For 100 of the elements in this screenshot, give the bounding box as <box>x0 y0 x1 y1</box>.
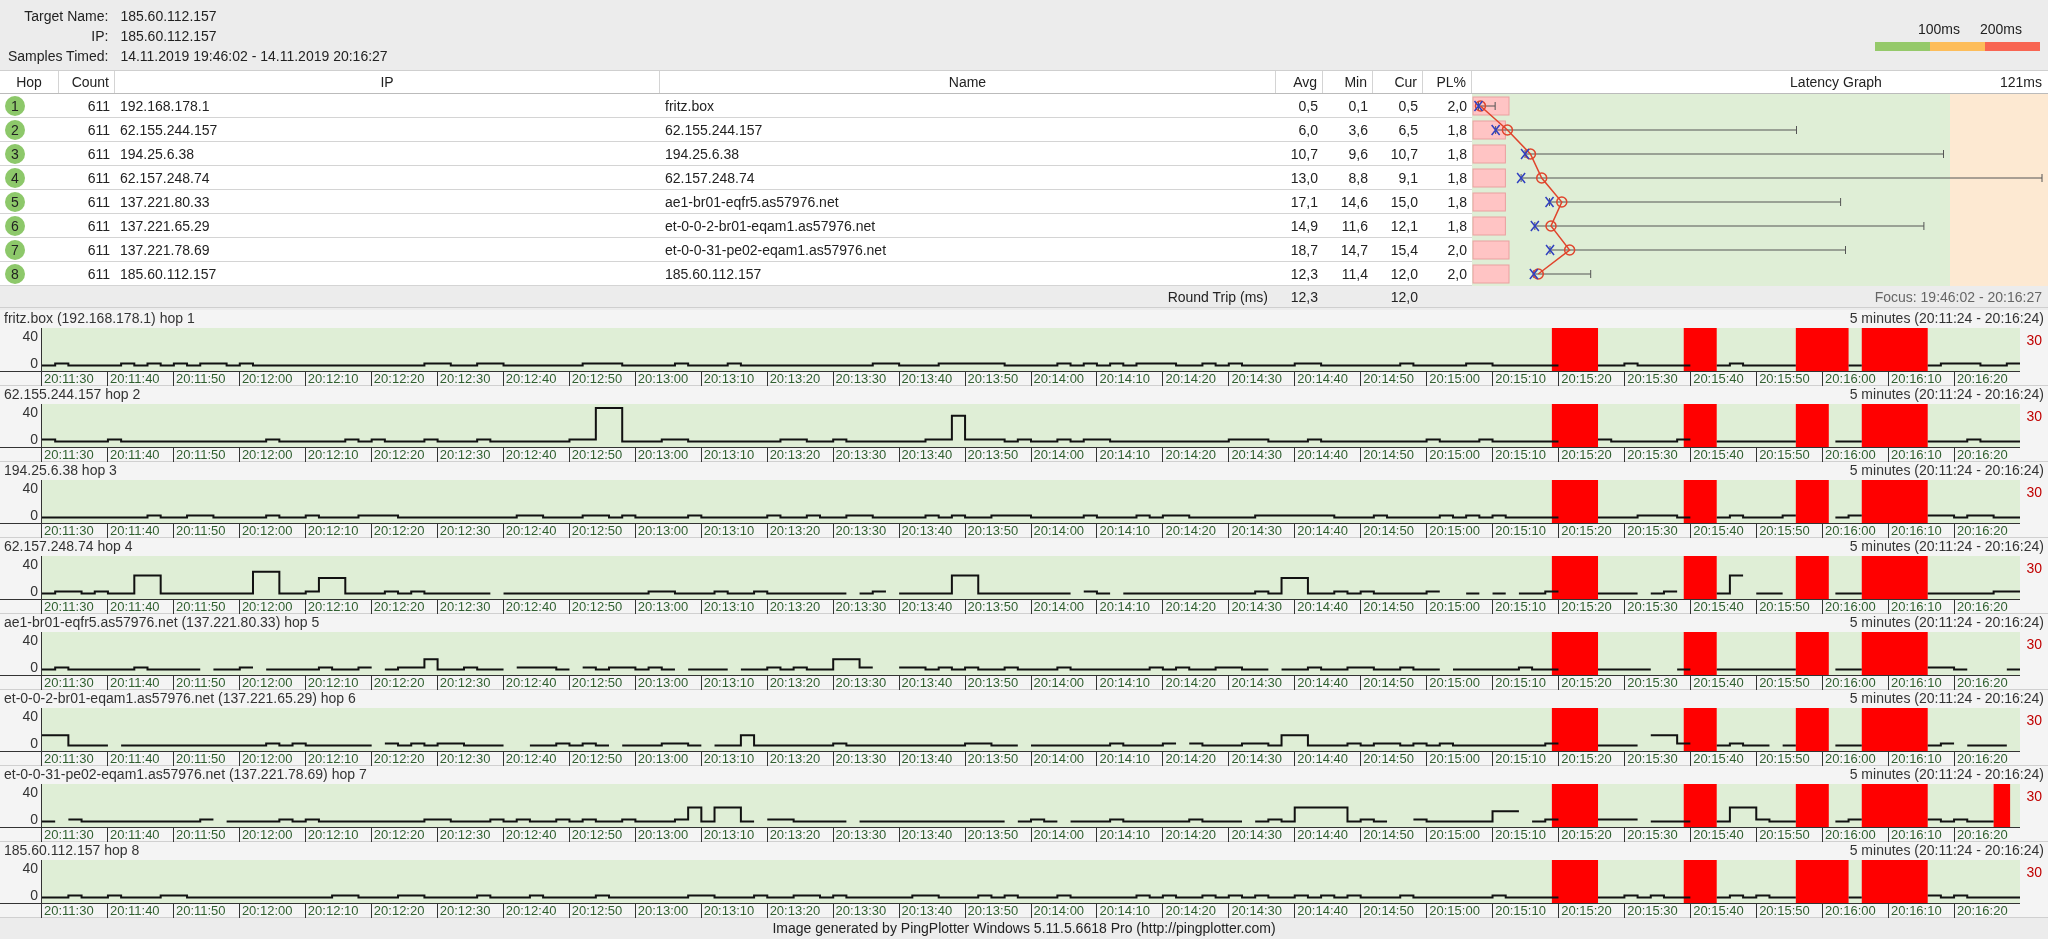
x-axis-label: 20:15:10 <box>1492 904 1559 918</box>
x-axis-label: 20:14:50 <box>1360 904 1427 918</box>
average-marker <box>1545 220 1557 232</box>
column-header[interactable]: Hop <box>0 71 59 93</box>
time-range-label: 5 minutes (20:11:24 - 20:16:24) <box>1849 538 2044 554</box>
time-range-label: 5 minutes (20:11:24 - 20:16:24) <box>1849 462 2044 478</box>
y-axis-label: 0 <box>30 355 38 371</box>
scale-value: 30 <box>2026 560 2042 576</box>
hop-badge: 6 <box>5 215 25 236</box>
column-title: Latency Graph <box>1789 73 1883 92</box>
table-cell: et-0-0-31-pe02-eqam1.as57976.net <box>660 238 1276 262</box>
minimum-marker <box>1529 268 1539 280</box>
x-axis-label: 20:12:20 <box>370 904 437 918</box>
table-cell: 9,6 <box>1323 142 1373 166</box>
packet-loss-bar <box>1472 240 1510 260</box>
hop-badge: 4 <box>5 167 25 188</box>
average-marker <box>1535 172 1548 184</box>
table-cell: 10,7 <box>1276 142 1323 166</box>
focus-range-label: Focus: 19:46:02 - 20:16:27 <box>1874 289 2042 305</box>
x-axis-label: 20:13:00 <box>634 904 701 918</box>
average-marker <box>1524 148 1537 160</box>
field-value: 185.60.112.157 <box>120 27 218 46</box>
range-whisker <box>1533 269 1592 279</box>
scale-value: 30 <box>2026 636 2042 652</box>
y-axis-label: 40 <box>22 480 38 496</box>
x-axis-label: 20:13:30 <box>832 904 899 918</box>
average-marker <box>1563 244 1576 256</box>
table-cell: 12,1 <box>1373 214 1423 238</box>
table-cell: 3,6 <box>1323 118 1373 142</box>
minimum-marker <box>1516 172 1526 184</box>
table-cell: 15,0 <box>1373 190 1423 214</box>
table-cell: 192.168.178.1 <box>115 94 660 118</box>
column-header[interactable]: IP <box>115 71 660 93</box>
table-cell: 611 <box>59 94 115 118</box>
summary-label: Round Trip (ms) <box>1166 288 1269 307</box>
packet-loss-bar <box>1472 168 1506 188</box>
graph-title: et-0-0-2-br01-eqam1.as57976.net (137.221.65.29) hop 6 <box>4 690 356 706</box>
field-value: 185.60.112.157 <box>120 7 218 26</box>
scale-label: 121ms <box>1999 73 2042 92</box>
table-cell: 14,6 <box>1323 190 1373 214</box>
time-range-label: 5 minutes (20:11:24 - 20:16:24) <box>1849 842 2044 858</box>
x-axis-label: 20:14:20 <box>1162 904 1229 918</box>
minimum-marker <box>1544 196 1555 208</box>
x-axis-label: 20:13:10 <box>700 904 767 918</box>
x-axis-label: 20:14:00 <box>1030 904 1097 918</box>
x-axis-label: 20:15:50 <box>1756 904 1823 918</box>
table-cell: 14,9 <box>1276 214 1323 238</box>
x-axis-label: 20:14:30 <box>1228 904 1295 918</box>
column-header[interactable]: Name <box>660 71 1276 93</box>
table-cell: 611 <box>59 142 115 166</box>
y-axis-label: 40 <box>22 632 38 648</box>
x-axis-label: 20:15:30 <box>1624 904 1691 918</box>
scale-value: 30 <box>2026 332 2042 348</box>
x-axis-label: 20:13:50 <box>964 904 1031 918</box>
table-cell: 137.221.80.33 <box>115 190 660 214</box>
table-cell: 6,0 <box>1276 118 1323 142</box>
table-cell: 194.25.6.38 <box>115 142 660 166</box>
x-axis-label: 20:12:50 <box>568 904 635 918</box>
scale-value: 30 <box>2026 408 2042 424</box>
table-cell: 15,4 <box>1373 238 1423 262</box>
packet-loss-bar <box>1472 144 1506 164</box>
table-cell: 9,1 <box>1373 166 1423 190</box>
time-range-label: 5 minutes (20:11:24 - 20:16:24) <box>1849 690 2044 706</box>
y-axis-label: 0 <box>30 659 38 675</box>
packet-loss-bar <box>1472 216 1506 236</box>
scale-value: 30 <box>2026 484 2042 500</box>
y-axis-label: 0 <box>30 583 38 599</box>
time-range-label: 5 minutes (20:11:24 - 20:16:24) <box>1849 386 2044 402</box>
x-axis-label: 20:16:10 <box>1888 904 1955 918</box>
y-axis-label: 40 <box>22 556 38 572</box>
table-cell: 14,7 <box>1323 238 1373 262</box>
column-header[interactable]: Latency Graph 121ms <box>1472 71 2048 93</box>
table-cell-text: 12,3 <box>1289 288 1319 307</box>
table-cell: 13,0 <box>1276 166 1323 190</box>
table-cell: 62.157.248.74 <box>660 166 1276 190</box>
table-cell: 611 <box>59 166 115 190</box>
table-cell: 0,5 <box>1373 94 1423 118</box>
x-axis-label: 20:16:20 <box>1954 904 2020 918</box>
y-axis-label: 0 <box>30 811 38 827</box>
graph-title: 185.60.112.157 hop 8 <box>4 842 140 858</box>
column-header[interactable]: Cur <box>1373 71 1423 93</box>
x-axis-label: 20:13:20 <box>766 904 833 918</box>
column-header[interactable]: Count <box>59 71 115 93</box>
range-whisker <box>1478 101 1496 111</box>
table-cell: 611 <box>59 214 115 238</box>
graph-title: et-0-0-31-pe02-eqam1.as57976.net (137.221.78.69) hop 7 <box>4 766 367 782</box>
table-cell: et-0-0-2-br01-eqam1.as57976.net <box>660 214 1276 238</box>
column-header[interactable]: Avg <box>1276 71 1323 93</box>
scale-value: 30 <box>2026 864 2042 880</box>
x-axis-label: 20:14:10 <box>1096 904 1163 918</box>
y-axis-label: 40 <box>22 708 38 724</box>
graph-title: 194.25.6.38 hop 3 <box>4 462 117 478</box>
footer-text: Image generated by PingPlotter Windows 5.11.5.6618 Pro (http://pingplotter.com) <box>772 919 1276 938</box>
hop-badge: 1 <box>5 95 25 116</box>
table-cell: ae1-br01-eqfr5.as57976.net <box>660 190 1276 214</box>
x-axis-label: 20:12:30 <box>436 904 503 918</box>
column-header[interactable]: PL% <box>1423 71 1472 93</box>
x-axis-label: 20:11:40 <box>106 904 173 918</box>
table-cell: 8,8 <box>1323 166 1373 190</box>
column-header[interactable]: Min <box>1323 71 1373 93</box>
